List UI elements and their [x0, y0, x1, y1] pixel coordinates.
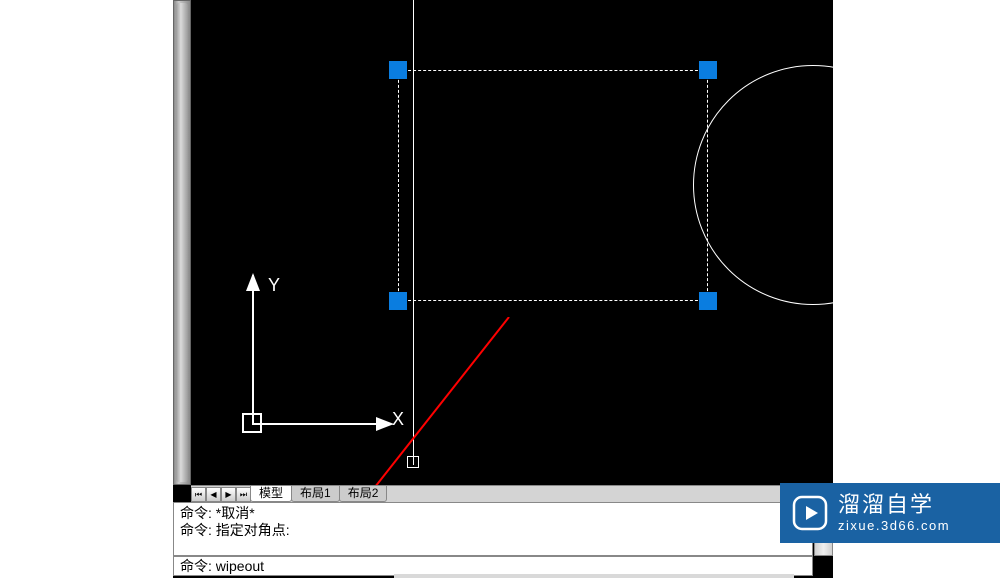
ucs-icon: Y X: [224, 275, 384, 460]
grip-bottom-left[interactable]: [389, 292, 407, 310]
selected-rectangle[interactable]: [398, 70, 708, 301]
tab-model[interactable]: 模型: [250, 486, 292, 502]
watermark-title: 溜溜自学: [838, 492, 950, 518]
circle-entity[interactable]: [693, 65, 933, 305]
play-icon: [792, 495, 828, 531]
tab-nav-next[interactable]: ▶: [221, 487, 236, 502]
tab-nav-last[interactable]: ⏭: [236, 487, 251, 502]
command-history: 命令: *取消* 命令: 指定对角点:: [173, 502, 813, 556]
status-bar-hint: [394, 574, 794, 578]
grip-top-right[interactable]: [699, 61, 717, 79]
ucs-origin-box: [242, 413, 262, 433]
command-line[interactable]: 命令:: [173, 556, 813, 576]
watermark-url: zixue.3d66.com: [838, 518, 950, 534]
layout-tabs-row: ⏮ ◀ ▶ ⏭ 模型 布局1 布局2: [191, 485, 833, 502]
ucs-y-label: Y: [268, 275, 280, 296]
watermark-badge: 溜溜自学 zixue.3d66.com: [780, 483, 1000, 543]
vertical-scrollbar[interactable]: [173, 0, 191, 485]
ucs-y-axis: [252, 275, 254, 423]
grip-top-left[interactable]: [389, 61, 407, 79]
history-line-2: 命令: 指定对角点:: [180, 522, 806, 539]
ucs-x-axis: [252, 423, 380, 425]
command-input[interactable]: [216, 558, 806, 574]
ucs-x-label: X: [392, 409, 404, 430]
command-prompt: 命令:: [180, 558, 216, 574]
grip-bottom-right[interactable]: [699, 292, 717, 310]
ucs-y-arrowhead: [246, 273, 260, 291]
tab-nav-prev[interactable]: ◀: [206, 487, 221, 502]
crosshair-pickbox: [407, 456, 419, 468]
tab-nav-first[interactable]: ⏮: [191, 487, 206, 502]
watermark-text: 溜溜自学 zixue.3d66.com: [838, 492, 950, 534]
drawing-canvas[interactable]: Y X: [191, 0, 833, 485]
history-line-1: 命令: *取消*: [180, 505, 806, 522]
tab-layout2[interactable]: 布局2: [339, 486, 388, 502]
cad-app-frame: Y X ⏮ ◀ ▶ ⏭ 模型 布局1 布局2 命令: *取消* 命令: 指定对角…: [173, 0, 833, 578]
tab-layout1[interactable]: 布局1: [291, 486, 340, 502]
